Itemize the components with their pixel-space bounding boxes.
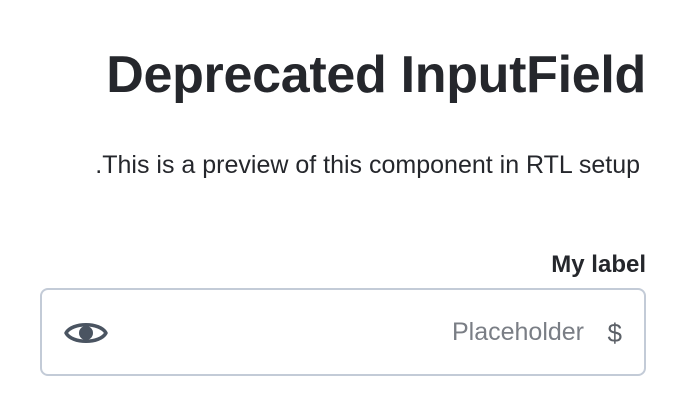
placeholder-input[interactable] xyxy=(164,312,584,352)
eye-icon-graphic xyxy=(64,323,108,343)
page-title: Deprecated InputField xyxy=(106,46,646,104)
eye-icon[interactable] xyxy=(64,317,108,349)
currency-prefix: $ xyxy=(607,318,622,348)
page-description: .This is a preview of this component in … xyxy=(95,151,640,179)
input-label: My label xyxy=(551,251,646,278)
input-field-container[interactable]: $ xyxy=(40,288,646,376)
preview-page: Deprecated InputField .This is a preview… xyxy=(40,0,646,416)
